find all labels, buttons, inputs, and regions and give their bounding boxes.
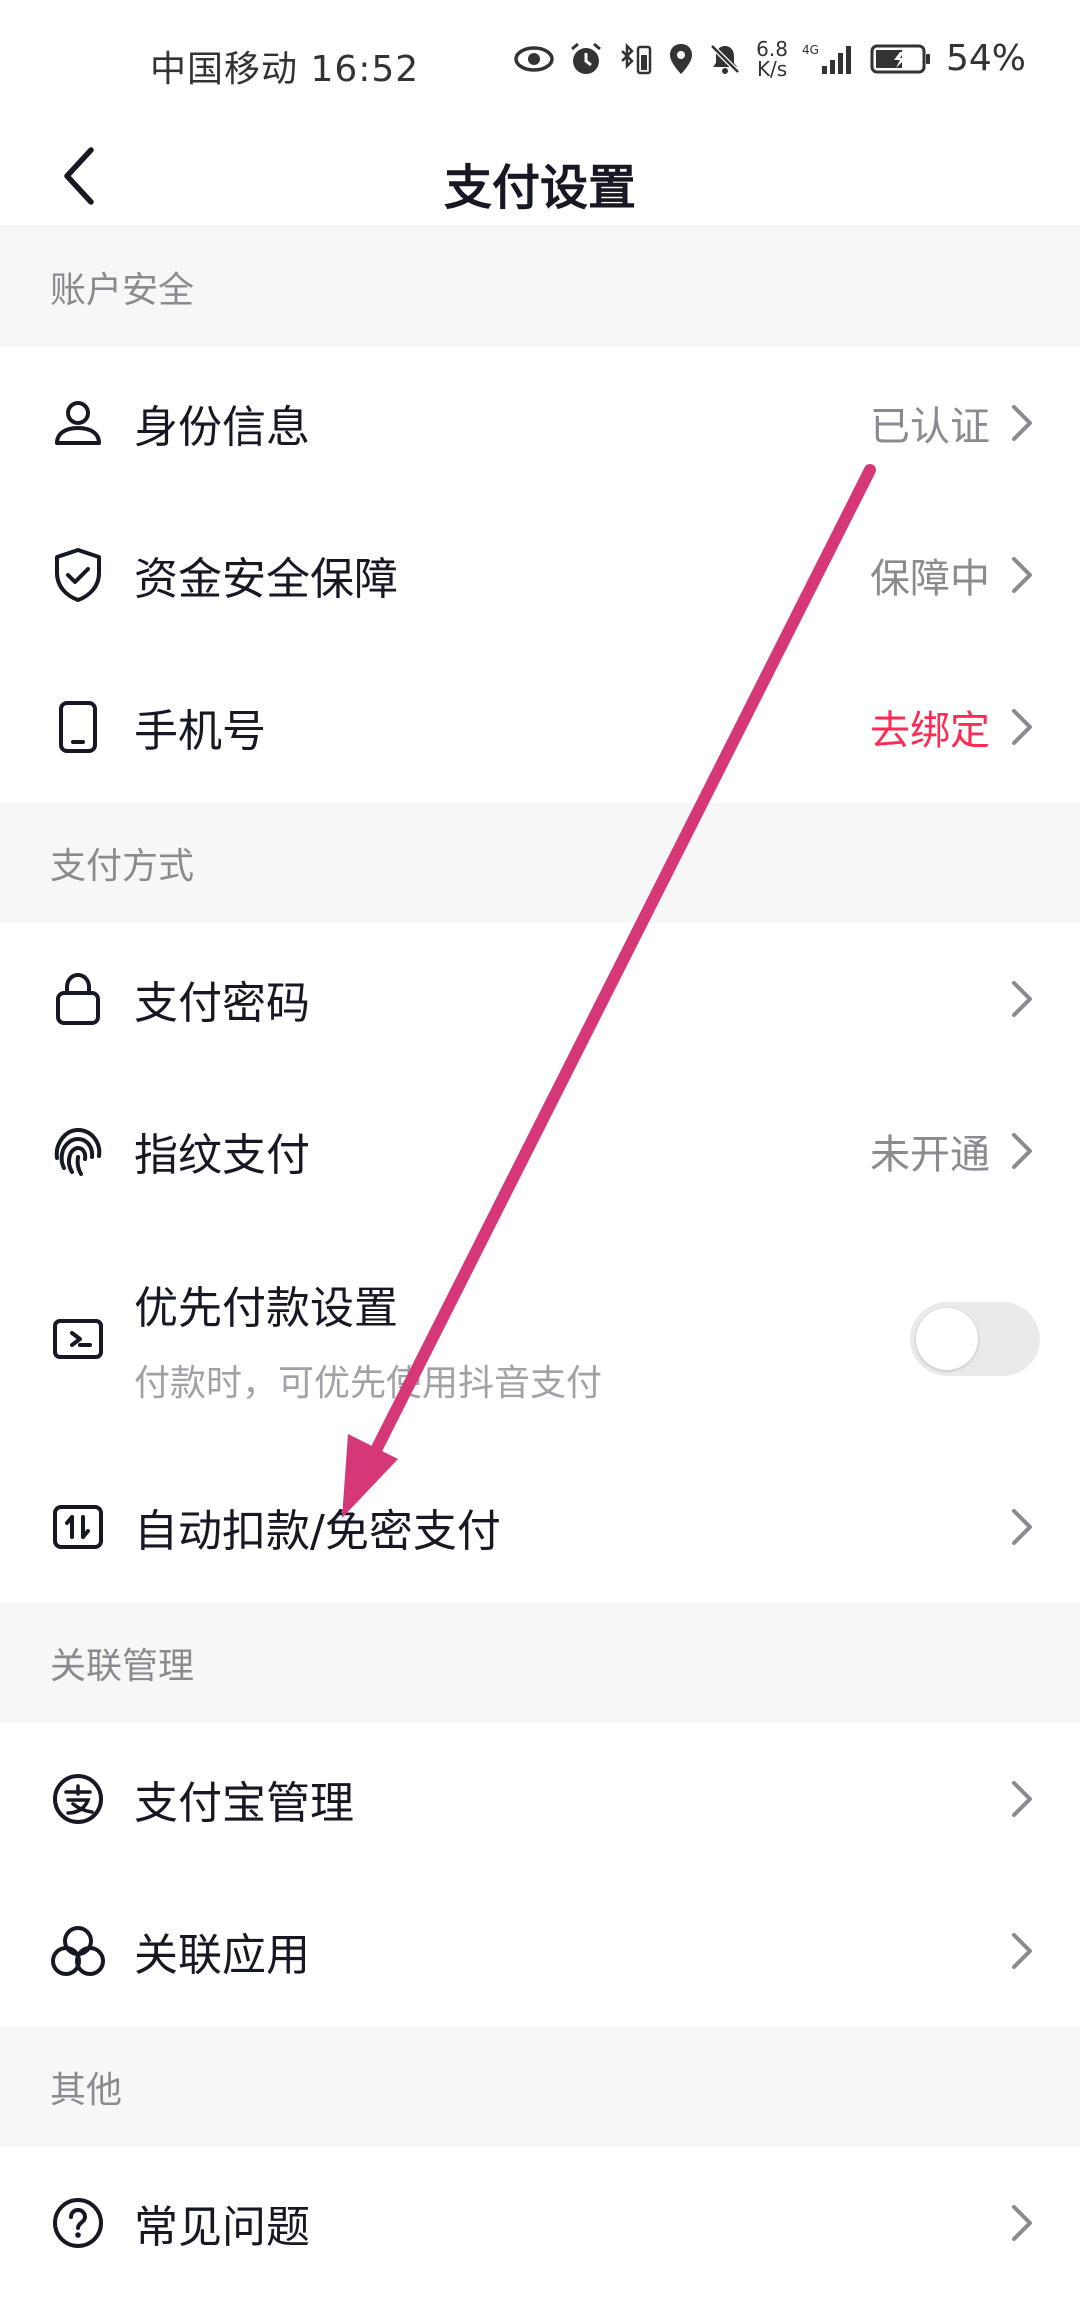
row-value: 未开通	[870, 1132, 990, 1178]
linked-apps-icon	[50, 1923, 106, 1979]
chevron-right-icon	[1004, 2201, 1040, 2245]
row-identity-info[interactable]: 身份信息 已认证	[0, 347, 1080, 499]
mute-bell-icon	[710, 43, 740, 74]
wallet-icon	[50, 1311, 106, 1367]
net-speed-unit: K/s	[756, 56, 788, 81]
row-sublabel: 付款时，可优先使用抖音支付	[134, 1363, 603, 1404]
chevron-right-icon	[1004, 401, 1040, 445]
net-speed: 6.8 K/s	[756, 39, 788, 79]
status-bar: 中国移动 16:52 6.8 K/s 4G 54%	[0, 0, 1080, 128]
toggle-knob	[916, 1308, 978, 1370]
chevron-right-icon	[1004, 1129, 1040, 1173]
settings-list: 账户安全 身份信息 已认证 资金安全保障 保障中 手机号 去绑定 支付方式 支付…	[0, 227, 1080, 2299]
row-label: 指纹支付	[134, 1130, 310, 1181]
row-fingerprint-payment[interactable]: 指纹支付 未开通	[0, 1075, 1080, 1227]
chevron-right-icon	[1004, 1777, 1040, 1821]
row-label: 资金安全保障	[134, 554, 398, 605]
chevron-right-icon	[1004, 705, 1040, 749]
section-header-linked: 关联管理	[0, 1603, 1080, 1723]
alipay-icon	[50, 1771, 106, 1827]
row-phone-number[interactable]: 手机号 去绑定	[0, 651, 1080, 803]
chevron-right-icon	[1004, 553, 1040, 597]
section-header-other: 其他	[0, 2027, 1080, 2147]
bluetooth-battery-icon	[621, 42, 652, 74]
net-speed-value: 6.8	[756, 36, 788, 61]
signal-icon: 4G	[802, 43, 851, 74]
linked-group: 支付宝管理 关联应用	[0, 1723, 1080, 2027]
account-security-group: 身份信息 已认证 资金安全保障 保障中 手机号 去绑定	[0, 347, 1080, 803]
payment-methods-group: 支付密码 指纹支付 未开通 优先付款设置 付款时，可优先使用抖音支付 自动扣款/…	[0, 923, 1080, 1603]
row-label: 关联应用	[134, 1930, 310, 1981]
auto-pay-icon	[50, 1499, 106, 1555]
row-label: 身份信息	[134, 402, 310, 453]
alarm-icon	[571, 42, 602, 74]
carrier-time: 中国移动 16:52	[150, 49, 420, 90]
row-value: 保障中	[870, 556, 990, 602]
phone-icon	[50, 699, 106, 755]
priority-payment-toggle[interactable]	[910, 1302, 1040, 1376]
bind-phone-link[interactable]: 去绑定	[870, 698, 990, 756]
row-linked-apps[interactable]: 关联应用	[0, 1875, 1080, 2027]
svg-text:4G: 4G	[802, 43, 819, 57]
battery-percent: 54%	[945, 38, 1026, 79]
row-label: 常见问题	[134, 2202, 310, 2253]
shield-check-icon	[50, 547, 106, 603]
eye-icon	[514, 45, 554, 72]
row-label: 优先付款设置	[134, 1283, 398, 1334]
row-fund-safety[interactable]: 资金安全保障 保障中	[0, 499, 1080, 651]
fingerprint-icon	[50, 1123, 106, 1179]
location-icon	[670, 43, 693, 74]
other-group: 常见问题	[0, 2147, 1080, 2299]
row-auto-deduct[interactable]: 自动扣款/免密支付	[0, 1451, 1080, 1603]
row-label: 手机号	[134, 706, 266, 757]
row-label: 自动扣款/免密支付	[134, 1506, 501, 1557]
section-header-payment-methods: 支付方式	[0, 803, 1080, 923]
question-circle-icon	[50, 2195, 106, 2251]
chevron-right-icon	[1004, 1929, 1040, 1973]
lock-icon	[50, 971, 106, 1027]
row-label: 支付宝管理	[134, 1778, 354, 1829]
row-alipay-management[interactable]: 支付宝管理	[0, 1723, 1080, 1875]
chevron-right-icon	[1004, 977, 1040, 1021]
person-icon	[50, 395, 106, 451]
nav-bar: 支付设置	[0, 128, 1080, 227]
row-label: 支付密码	[134, 978, 310, 1029]
section-header-account-security: 账户安全	[0, 227, 1080, 347]
battery-icon	[870, 44, 930, 73]
page-title: 支付设置	[443, 160, 636, 216]
row-priority-payment: 优先付款设置 付款时，可优先使用抖音支付	[0, 1227, 1080, 1451]
chevron-right-icon	[1004, 1505, 1040, 1549]
row-faq[interactable]: 常见问题	[0, 2147, 1080, 2299]
status-icons: 6.8 K/s 4G 54%	[514, 38, 1026, 79]
row-value: 已认证	[870, 404, 990, 450]
row-payment-password[interactable]: 支付密码	[0, 923, 1080, 1075]
